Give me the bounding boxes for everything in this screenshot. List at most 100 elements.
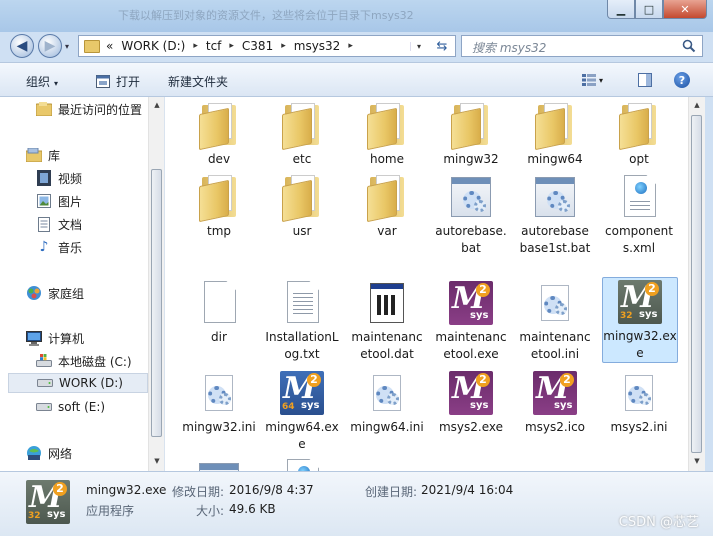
sidebar-item-music[interactable]: ♪ 音乐 [36, 237, 82, 257]
file-item[interactable]: tmp [182, 173, 256, 240]
breadcrumb-msys32[interactable]: msys32 [294, 39, 341, 53]
recent-pages-dropdown[interactable]: ▾ [65, 42, 69, 51]
organize-button[interactable]: 组织 ▾ [26, 73, 58, 90]
help-button[interactable]: ? [674, 71, 690, 89]
sidebar-item-pictures[interactable]: 图片 [36, 191, 82, 211]
folder-front [199, 179, 229, 223]
file-item[interactable]: mingw64 [518, 101, 592, 168]
file-thumbnail [195, 279, 243, 327]
scroll-up-icon[interactable]: ▲ [689, 97, 705, 113]
file-item[interactable]: dev [182, 101, 256, 168]
file-item[interactable]: maintenancetool.dat [350, 279, 424, 363]
computer-icon [26, 330, 42, 346]
file-item-partial[interactable] [265, 457, 339, 471]
file-item[interactable]: mingw32 [434, 101, 508, 168]
open-label: 打开 [116, 75, 141, 89]
open-button[interactable]: 打开 [96, 73, 140, 90]
file-item[interactable]: InstallationLog.txt [265, 279, 339, 363]
file-item[interactable]: M 2 sys 32 mingw32.exe [602, 277, 678, 363]
file-item[interactable]: dir [182, 279, 256, 346]
change-view-button[interactable]: ▾ [582, 71, 603, 89]
sidebar-item-network[interactable]: 网络 [26, 443, 72, 463]
sidebar-item-drive-c[interactable]: 本地磁盘 (C:) [36, 351, 132, 371]
file-thumbnail [363, 173, 411, 223]
search-icon[interactable] [682, 39, 696, 53]
watermark: CSDN @芯艺 [618, 515, 699, 530]
address-dropdown[interactable]: ▾ [410, 41, 427, 51]
maximize-button[interactable]: □ [635, 0, 663, 19]
file-list-scrollbar[interactable]: ▲ ▼ [688, 97, 705, 471]
file-item[interactable]: autorebasebase1st.bat [518, 173, 592, 257]
file-item[interactable]: maintenancetool.ini [518, 279, 592, 363]
file-item-partial[interactable] [182, 459, 256, 471]
scroll-up-icon[interactable]: ▲ [149, 97, 165, 113]
scrollbar-thumb[interactable] [151, 169, 162, 437]
navigation-bar: ◀ ▶ ▾ « WORK (D:) ▸ tcf ▸ C381 ▸ msys32 … [0, 32, 713, 60]
scroll-down-icon[interactable]: ▼ [689, 453, 705, 469]
arrow-right-icon: ▶ [44, 38, 56, 54]
file-list[interactable]: dev etc home mingw32 mingw64 opt tmp usr var auto… [164, 97, 696, 471]
file-item[interactable]: opt [602, 101, 676, 168]
close-button[interactable]: ✕ [663, 0, 707, 19]
breadcrumb-work-d[interactable]: WORK (D:) [121, 39, 185, 53]
chevron-right-icon[interactable]: ▸ [193, 41, 198, 51]
file-item[interactable]: etc [265, 101, 339, 168]
search-box[interactable]: 搜索 msys32 [461, 35, 703, 57]
file-item[interactable]: autorebase.bat [434, 173, 508, 257]
breadcrumb-tcf[interactable]: tcf [206, 39, 222, 53]
sidebar-item-videos[interactable]: 视频 [36, 168, 82, 188]
file-item[interactable]: msys2.ini [602, 369, 676, 436]
file-item[interactable]: mingw64.ini [350, 369, 424, 436]
file-item[interactable]: M 2 sys msys2.exe [434, 369, 508, 436]
sidebar-item-label: 图片 [58, 194, 83, 209]
file-name: maintenancetool.ini [519, 330, 591, 361]
msys2-icon: M 2 sys [533, 371, 577, 415]
file-name: mingw32.ini [182, 420, 256, 434]
data-file-icon [370, 283, 404, 323]
batch-file-icon [535, 177, 575, 217]
file-item[interactable]: var [350, 173, 424, 240]
sidebar-item-drive-e[interactable]: soft (E:) [36, 397, 105, 417]
file-name: InstallationLog.txt [265, 330, 339, 361]
sidebar-item-homegroup[interactable]: 家庭组 [26, 283, 84, 303]
sidebar-item-drive-d[interactable]: WORK (D:) [8, 373, 148, 393]
navigation-scrollbar[interactable]: ▲ ▼ [148, 97, 164, 471]
mingw64-icon: M 2 sys 64 [280, 371, 324, 415]
search-input[interactable]: 搜索 msys32 [472, 39, 546, 56]
file-item[interactable]: M 2 sys maintenancetool.exe [434, 279, 508, 363]
breadcrumb-c381[interactable]: C381 [242, 39, 273, 53]
file-name: tmp [206, 224, 231, 238]
title-bar: 下载以解压到对象的资源文件，这些将会位于目录下msys32 ▁ □ ✕ [0, 0, 713, 32]
chevron-right-icon[interactable]: ▸ [281, 41, 286, 51]
chevron-right-icon[interactable]: ▸ [229, 41, 234, 51]
breadcrumb-prefix[interactable]: « [106, 39, 113, 53]
file-item[interactable]: components.xml [602, 173, 676, 257]
view-icon [582, 74, 596, 86]
minimize-button[interactable]: ▁ [607, 0, 635, 19]
file-item[interactable]: M 2 sys msys2.ico [518, 369, 592, 436]
file-item[interactable]: home [350, 101, 424, 168]
file-item[interactable]: usr [265, 173, 339, 240]
sidebar-item-recent[interactable]: 最近访问的位置 [36, 99, 142, 119]
picture-icon [36, 193, 52, 209]
scrollbar-thumb[interactable] [691, 115, 702, 453]
new-folder-button[interactable]: 新建文件夹 [168, 73, 228, 90]
scroll-down-icon[interactable]: ▼ [149, 453, 165, 469]
file-name: etc [292, 152, 312, 166]
preview-pane-button[interactable] [638, 71, 652, 89]
details-modified-value: 2016/9/8 4:37 [229, 483, 314, 497]
back-button[interactable]: ◀ [10, 34, 34, 58]
sidebar-item-documents[interactable]: 文档 [36, 214, 82, 234]
refresh-icon: ⇆ [436, 38, 448, 54]
sidebar-item-libraries[interactable]: 库 [26, 145, 60, 165]
file-item[interactable]: mingw32.ini [182, 369, 256, 436]
address-bar[interactable]: « WORK (D:) ▸ tcf ▸ C381 ▸ msys32 ▸ ▾ [78, 35, 456, 57]
chevron-right-icon[interactable]: ▸ [348, 41, 353, 51]
forward-button[interactable]: ▶ [38, 34, 62, 58]
refresh-button[interactable]: ⇆ [431, 35, 453, 57]
sidebar-item-computer[interactable]: 计算机 [26, 328, 84, 348]
file-thumbnail [615, 101, 663, 151]
file-name: mingw64.exe [265, 420, 339, 451]
file-item[interactable]: M 2 sys 64 mingw64.exe [265, 369, 339, 453]
folder-front [367, 179, 397, 223]
